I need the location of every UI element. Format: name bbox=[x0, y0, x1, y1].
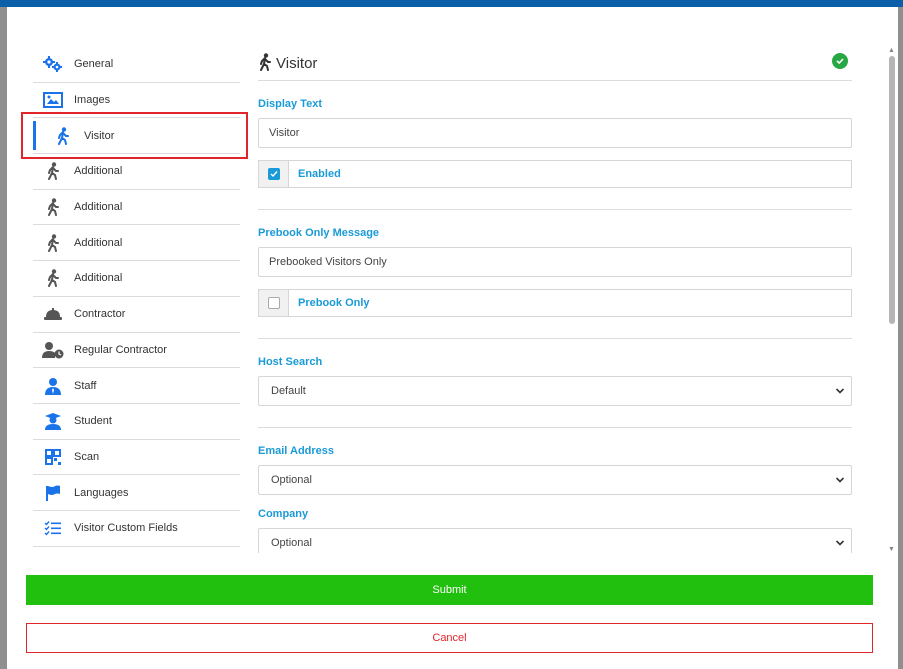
nav-item-general[interactable]: General bbox=[33, 47, 240, 83]
nav-item-label: Staff bbox=[74, 379, 97, 392]
chevron-down-icon bbox=[833, 473, 847, 487]
nav-item-contractor[interactable]: Contractor bbox=[33, 297, 240, 333]
prebook-message-label: Prebook Only Message bbox=[258, 227, 380, 239]
graduate-icon bbox=[42, 410, 64, 432]
nav-item-images[interactable]: Images bbox=[33, 83, 240, 119]
company-value: Optional bbox=[271, 537, 312, 549]
nav-item-label: Additional bbox=[74, 201, 123, 214]
nav-item-label: Additional bbox=[74, 165, 123, 178]
host-search-value: Default bbox=[271, 385, 306, 397]
email-address-label: Email Address bbox=[258, 445, 335, 457]
settings-modal: General Images Visitor Additional Additi… bbox=[7, 7, 898, 669]
nav-item-label: Regular Contractor bbox=[74, 343, 167, 356]
nav-item-regular-contractor[interactable]: Regular Contractor bbox=[33, 333, 240, 369]
company-label: Company bbox=[258, 508, 309, 520]
nav-item-staff[interactable]: Staff bbox=[33, 368, 240, 404]
checkbox-cell bbox=[259, 290, 289, 316]
divider bbox=[258, 427, 852, 428]
nav-item-label: Additional bbox=[74, 272, 123, 285]
nav-item-student[interactable]: Student bbox=[33, 404, 240, 440]
nav-item-label: Additional bbox=[74, 236, 123, 249]
settings-nav: General Images Visitor Additional Additi… bbox=[33, 47, 240, 547]
divider bbox=[258, 209, 852, 210]
nav-item-label: Student bbox=[74, 415, 112, 428]
page-title: Visitor bbox=[276, 55, 318, 72]
content-header: Visitor bbox=[258, 47, 852, 81]
content-scrollbar[interactable]: ▲ ▼ bbox=[888, 47, 896, 553]
checklist-icon bbox=[42, 517, 64, 539]
nav-item-additional-3[interactable]: Additional bbox=[33, 225, 240, 262]
display-text-label: Display Text bbox=[258, 98, 322, 110]
nav-item-label: Images bbox=[74, 94, 111, 107]
nav-item-label: Contractor bbox=[74, 308, 126, 321]
nav-item-additional-4[interactable]: Additional bbox=[33, 261, 240, 297]
walking-person-icon bbox=[42, 160, 64, 182]
nav-item-additional-2[interactable]: Additional bbox=[33, 190, 240, 226]
cancel-button[interactable]: Cancel bbox=[26, 623, 873, 653]
submit-button[interactable]: Submit bbox=[26, 575, 873, 605]
divider bbox=[258, 338, 852, 339]
scroll-down-arrow-icon[interactable]: ▼ bbox=[888, 546, 895, 553]
walking-person-icon bbox=[42, 267, 64, 289]
checkbox-cell bbox=[259, 161, 289, 187]
nav-item-languages[interactable]: Languages bbox=[33, 475, 240, 511]
email-address-value: Optional bbox=[271, 474, 312, 486]
nav-item-label: Scan bbox=[74, 450, 100, 463]
nav-item-visitor[interactable]: Visitor bbox=[33, 118, 240, 155]
enabled-checkbox-row[interactable]: Enabled bbox=[258, 160, 852, 188]
prebook-message-input[interactable]: Prebooked Visitors Only bbox=[258, 247, 852, 277]
nav-item-label: General bbox=[74, 58, 114, 71]
nav-item-label: Visitor bbox=[84, 129, 115, 142]
nav-item-scan[interactable]: Scan bbox=[33, 440, 240, 476]
qr-code-icon bbox=[42, 446, 64, 468]
settings-content: Visitor Display Text Visitor Enabled Pre… bbox=[258, 47, 852, 553]
display-text-input[interactable]: Visitor bbox=[258, 118, 852, 148]
background-page-right bbox=[898, 7, 903, 669]
scrollbar-thumb[interactable] bbox=[889, 56, 895, 324]
host-search-select[interactable]: Default bbox=[258, 376, 852, 406]
scroll-up-arrow-icon[interactable]: ▲ bbox=[888, 47, 895, 54]
check-circle-icon bbox=[832, 53, 848, 69]
hard-hat-icon bbox=[42, 303, 64, 325]
user-tie-icon bbox=[42, 375, 64, 397]
nav-item-label: Languages bbox=[74, 486, 129, 499]
background-page-header bbox=[0, 0, 903, 7]
enabled-label: Enabled bbox=[298, 168, 341, 180]
user-clock-icon bbox=[42, 339, 64, 361]
nav-item-visitor-custom-fields[interactable]: Visitor Custom Fields bbox=[33, 511, 240, 547]
host-search-label: Host Search bbox=[258, 356, 323, 368]
walking-person-icon bbox=[258, 53, 272, 74]
email-address-select[interactable]: Optional bbox=[258, 465, 852, 495]
gears-icon bbox=[42, 53, 64, 75]
chevron-down-icon bbox=[833, 536, 847, 550]
flag-icon bbox=[42, 482, 64, 504]
nav-item-label: Visitor Custom Fields bbox=[74, 522, 178, 535]
prebook-only-checkbox[interactable] bbox=[267, 297, 280, 309]
chevron-down-icon bbox=[833, 384, 847, 398]
walking-person-icon bbox=[52, 125, 74, 147]
nav-item-additional-1[interactable]: Additional bbox=[33, 154, 240, 190]
prebook-only-label: Prebook Only bbox=[298, 297, 370, 309]
company-select[interactable]: Optional bbox=[258, 528, 852, 553]
enabled-checkbox[interactable] bbox=[267, 168, 280, 180]
image-icon bbox=[42, 89, 64, 111]
prebook-only-checkbox-row[interactable]: Prebook Only bbox=[258, 289, 852, 317]
walking-person-icon bbox=[42, 196, 64, 218]
background-page-left bbox=[0, 7, 7, 669]
walking-person-icon bbox=[42, 232, 64, 254]
